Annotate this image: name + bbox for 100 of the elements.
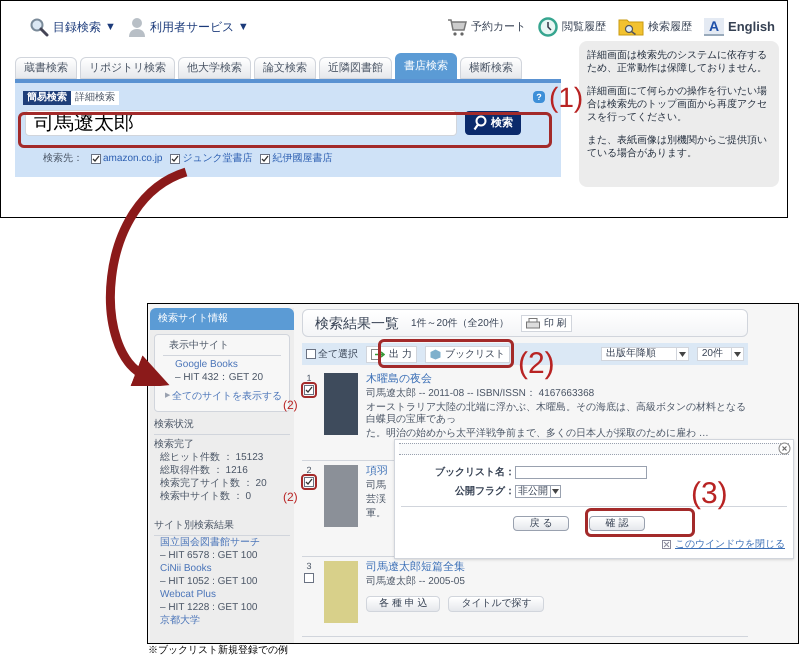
checkbox[interactable] [304,573,314,583]
status-text: 検索完了 [154,438,195,451]
annotation-label: (2) [283,399,298,412]
site-stats: – HIT 6578 : GET 100 [159,549,258,562]
print-button[interactable]: 印 刷 [520,314,572,332]
dialog-button[interactable]: 確 認 [589,516,645,531]
site-stats: – HIT 432：GET 20 [174,371,264,384]
page-title: 検索結果一覧 [315,314,399,332]
status-text: 総取得件数 ： 1216 [159,464,249,477]
caret-icon: ▼ [238,18,249,36]
search-icon [473,115,487,131]
close-box-icon [662,540,671,549]
section-heading: 表示中サイト [163,339,281,356]
status-text: 検索完了サイト数 ： 20 [159,477,268,490]
field-label: 公開フラグ： [454,484,515,499]
booklist-name-field[interactable] [515,466,647,479]
tab[interactable]: 論文検索 [254,57,316,79]
caret-icon: ▼ [105,18,116,36]
status-text: 総ヒット件数 ： 15123 [159,451,264,464]
dropdown-arrow-icon [734,352,741,356]
header-link[interactable]: English [728,17,775,37]
menu-link[interactable]: 利用者サービス [150,18,234,36]
tab[interactable]: 横断検索 [460,57,522,79]
site-link[interactable]: Webcat Plus [154,588,290,601]
result-meta: 司馬遼太郎 -- 2005-05 [366,576,465,588]
folder-icon [618,17,644,37]
sort-select[interactable]: 出版年降順 [600,347,689,361]
header-link[interactable]: 閲覧履歴 [562,18,606,36]
result-number: 2 [306,465,312,475]
export-icon [371,348,385,360]
site-link[interactable]: 京都大学 [154,614,290,627]
annotation-label: (2) [518,348,555,380]
select-all-label[interactable]: 全て選択 [318,346,358,362]
notice-text: 詳細画面にて何らかの操作を行いたい場合は検索先のトップ画面から再度アクセスを行ってください。 [587,85,768,124]
result-number: 1 [306,373,312,383]
field-label: 検索先： [43,152,83,166]
dropdown-arrow-icon [552,489,559,494]
result-description: 軍。 [366,508,386,520]
tab[interactable]: 近隣図書館 [319,57,392,79]
notice-text: また、表紙画像は別機関からご提供頂いている場合があります。 [587,134,768,160]
field-label: ブックリスト名： [434,466,515,480]
result-meta: 司馬遼太郎 -- 2011-08 -- ISBN/ISSN： 4167663368 [366,388,594,400]
photo-placeholder [324,373,358,435]
checkbox[interactable] [91,154,101,164]
photo-placeholder [324,465,358,527]
dropdown-arrow-icon [678,352,686,356]
result-description: 芸渓 [366,494,386,506]
section-heading: 検索状況 [154,418,290,435]
tab[interactable]: 蔵書検索 [15,57,77,79]
result-range: 1件～20件（全20件） [411,316,509,330]
notice-text: 詳細画面は検索先のシステムに依存するため、正常動作は保障しておりません。 [587,49,768,75]
dialog-button[interactable]: 戻 る [513,516,569,531]
store-link[interactable]: ジュンク堂書店 [182,151,252,166]
tab[interactable]: 他大学検索 [178,57,251,79]
user-icon [128,17,146,37]
menu-link[interactable]: 目録検索 [53,18,101,36]
header-link[interactable]: 検索履歴 [648,18,692,36]
caption: ※ブックリスト新規登録での例 [148,645,288,657]
clock-icon [538,17,558,37]
result-button[interactable]: タイトルで探す [448,596,544,612]
checkbox[interactable] [306,349,316,359]
site-link[interactable]: CiNii Books [154,562,290,575]
book-icon [430,348,441,360]
store-link[interactable]: amazon.co.jp [103,151,162,166]
cart-icon [447,17,468,37]
site-link[interactable]: Google Books [163,358,281,371]
checkbox[interactable] [170,154,180,164]
result-button[interactable]: 各 種 申 込 [366,596,440,612]
section-heading: サイト別検索結果 [154,519,290,536]
close-window-link[interactable]: このウインドウを閉じる [675,537,785,552]
mode-tab[interactable]: 簡易検索 [23,91,71,105]
header-link[interactable]: 予約カート [471,18,526,36]
mode-tab[interactable]: 詳細検索 [71,91,119,105]
annotation-label: (3) [691,478,728,510]
show-all-link[interactable]: 全てのサイトを表示する [172,390,282,403]
visibility-select[interactable]: 非公開 [515,485,561,498]
store-link[interactable]: 紀伊國屋書店 [272,151,332,166]
checkbox[interactable] [260,154,270,164]
result-number: 3 [306,561,312,571]
result-title-link[interactable]: 司馬遼太郎短篇全集 [366,561,465,574]
result-description: た。明治の始めから太平洋戦争前まで、多くの日本人が採取のために雇わ … [366,428,709,440]
result-title-link[interactable]: 項羽 [366,465,388,478]
export-button[interactable]: 出 力 [366,346,417,362]
photo-placeholder [324,561,358,623]
result-description: オーストラリア大陸の北端に浮かぶ、木曜島。その海底は、高級ボタンの材料となる白蝶貝の宝庫であっ [366,402,747,426]
per-page-select[interactable]: 20件 [696,347,744,361]
site-stats: – HIT 1228 : GET 100 [159,601,258,614]
language-icon: A [704,18,724,36]
booklist-button[interactable]: ブックリスト [424,346,510,362]
tab[interactable]: リポジトリ検索 [80,57,175,79]
site-stats: – HIT 1052 : GET 100 [159,575,258,588]
highlight-outline [301,382,317,398]
sidebar-title: 検索サイト情報 [150,308,294,330]
result-title-link[interactable]: 木曜島の夜会 [366,373,432,386]
checkbox[interactable] [304,385,314,395]
site-link[interactable]: 国立国会図書館サーチ [154,536,290,549]
result-meta: 司馬 [366,480,386,492]
annotation-label: (2) [283,491,298,504]
checkbox[interactable] [304,477,314,487]
close-icon[interactable] [778,442,791,455]
